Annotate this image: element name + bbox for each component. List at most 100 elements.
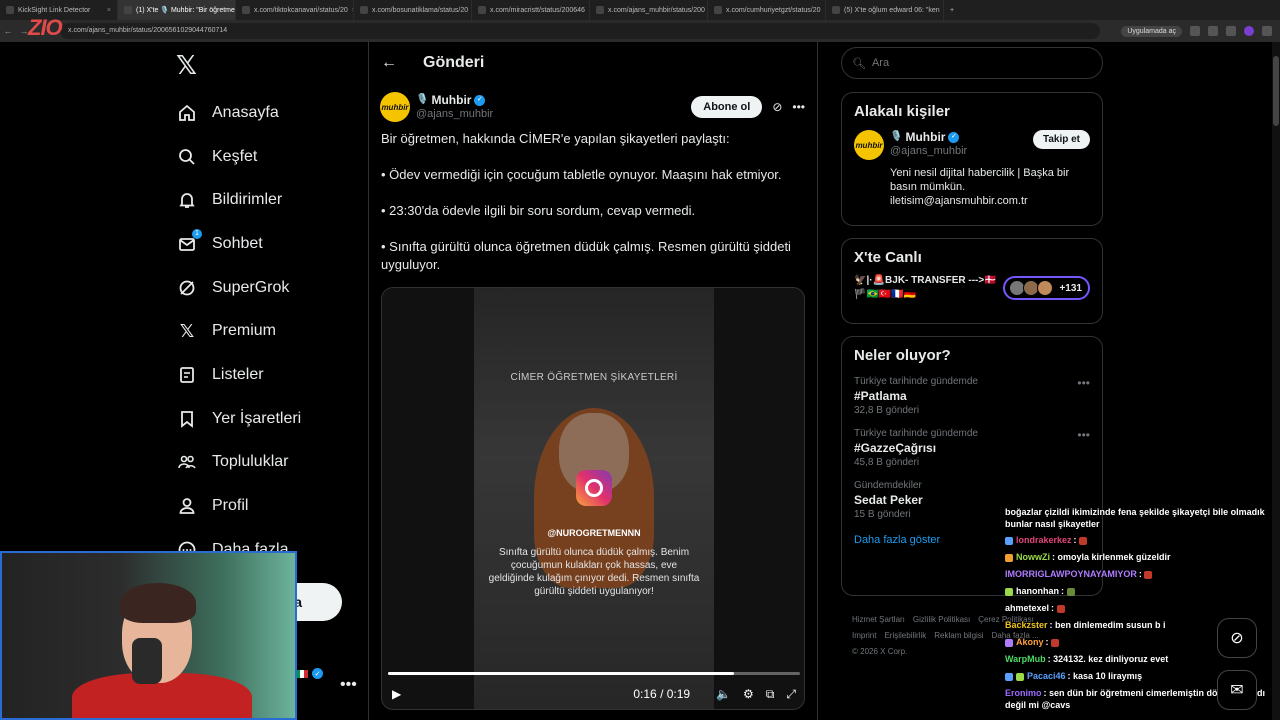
nav-item-bookmarks[interactable]: Yer İşaretleri	[170, 397, 360, 441]
fullscreen-icon[interactable]: ⤢	[786, 687, 796, 702]
person-display-name[interactable]: 🎙️ Muhbir ✓	[890, 130, 967, 145]
author-handle[interactable]: @ajans_muhbir	[416, 108, 493, 122]
video-player[interactable]: CİMER ÖĞRETMEN ŞİKAYETLERİ @NUROGRETMENN…	[381, 287, 805, 710]
nav-label: SuperGrok	[212, 278, 290, 296]
grok-floating-button[interactable]: ⊘	[1217, 618, 1257, 658]
nav-item-supergrok[interactable]: SuperGrok	[170, 266, 360, 310]
browser-tab[interactable]: (5) X'te oğlum edward 06: "ken×	[826, 0, 944, 20]
chat-message: boğazlar çizildi ikimizinde fena şekilde…	[1005, 506, 1275, 530]
browser-tab[interactable]: x.com/cumhuriyetgzt/status/20×	[708, 0, 826, 20]
emote-icon	[1056, 604, 1065, 613]
video-progress-bar[interactable]	[388, 672, 800, 675]
browser-tab[interactable]: x.com/ajans_muhbir/status/200×	[590, 0, 708, 20]
account-more-icon[interactable]: •••	[340, 676, 357, 694]
messages-floating-button[interactable]: ✉	[1217, 670, 1257, 710]
browser-toolbar: Uygulamada aç	[1121, 25, 1280, 37]
back-arrow-icon[interactable]: ←	[0, 26, 16, 36]
chat-badge-icon	[1005, 672, 1013, 681]
account-switcher[interactable]: ✓	[296, 668, 323, 679]
trend-item[interactable]: Türkiye tarihinde gündemde #Patlama 32,8…	[842, 370, 1102, 422]
browser-tab-active[interactable]: (1) X'te 🎙️ Muhbir: "Bir öğretmen×	[118, 0, 236, 20]
grok-icon[interactable]: ⊘	[772, 100, 782, 114]
browser-tab[interactable]: x.com/tiktokcanavari/status/20×	[236, 0, 354, 20]
url-input[interactable]: x.com/ajans_muhbir/status/20065610290447…	[60, 23, 1100, 39]
nav-item-lists[interactable]: Listeler	[170, 353, 360, 397]
video-subtitle: Sınıfta gürültü olunca düdük çalmış. Ben…	[488, 547, 700, 597]
search-input[interactable]: 🔍︎ Ara	[841, 47, 1103, 79]
trend-item[interactable]: Türkiye tarihinde gündemde #GazzeÇağrısı…	[842, 422, 1102, 474]
x-logo-icon[interactable]: 𝕏	[170, 46, 360, 91]
browser-tab[interactable]: x.com/bosunatiklama/status/20×	[354, 0, 472, 20]
avatar[interactable]: muhbir	[854, 130, 884, 160]
back-arrow-icon[interactable]: ←	[381, 54, 397, 72]
emote-icon	[1079, 536, 1088, 545]
post-paragraph: • Sınıfta gürültü olunca öğretmen düdük …	[381, 239, 791, 272]
trend-count: 45,8 B gönderi	[854, 457, 920, 468]
post-paragraph: Bir öğretmen, hakkında CİMER'e yapılan ş…	[381, 131, 730, 146]
new-tab-button[interactable]: +	[944, 0, 960, 20]
nav-item-communities[interactable]: Topluluklar	[170, 441, 360, 485]
chat-text: : kasa 10 liraymış	[1067, 671, 1143, 681]
page-scrollbar[interactable]	[1272, 42, 1280, 720]
footer-link[interactable]: Hizmet Şartları	[852, 615, 905, 624]
nav-label: Anasayfa	[212, 103, 279, 121]
tab-title: (5) X'te oğlum edward 06: "ken	[844, 6, 940, 14]
nav-label: Topluluklar	[212, 453, 289, 471]
chat-user: londrakerkez	[1016, 535, 1072, 545]
pip-icon[interactable]: ⧉	[766, 687, 775, 702]
nav-item-premium[interactable]: 𝕏 Premium	[170, 309, 360, 353]
chat-text: :	[1051, 603, 1055, 613]
microphone	[132, 638, 162, 684]
more-horizontal-icon[interactable]: •••	[1077, 376, 1090, 390]
nav-item-explore[interactable]: Keşfet	[170, 135, 360, 179]
play-icon[interactable]: ▶	[392, 687, 401, 701]
live-space-title: 🦅|·🚨BJK- TRANSFER --->🇩🇰🏴🇧🇷🇹🇷🇫🇷🇩🇪	[854, 275, 997, 300]
related-person[interactable]: muhbir 🎙️ Muhbir ✓ @ajans_muhbir Takip et	[842, 126, 1102, 164]
extensions-icon[interactable]	[1226, 26, 1236, 36]
live-listeners[interactable]: +131	[1003, 276, 1090, 300]
chat-user: WarpMub	[1005, 654, 1046, 664]
copyright: © 2026 X Corp.	[852, 647, 908, 656]
trend-context: Türkiye tarihinde gündemde	[854, 376, 978, 387]
footer-link[interactable]: Gizlilik Politikası	[913, 615, 970, 624]
person-handle[interactable]: @ajans_muhbir	[890, 145, 967, 159]
chat-text: :	[1045, 637, 1049, 647]
avatar[interactable]: muhbir	[380, 92, 410, 122]
post-author: muhbir 🎙️ Muhbir ✓ @ajans_muhbir Abone ol …	[369, 84, 817, 130]
profile-icon[interactable]	[1244, 26, 1254, 36]
settings-gear-icon[interactable]: ⚙	[743, 687, 754, 701]
search-placeholder: Ara	[871, 57, 890, 69]
stream-logo: ZIO	[28, 15, 63, 40]
webcam-overlay	[0, 551, 297, 720]
nav-item-profile[interactable]: Profil	[170, 484, 360, 528]
emote-icon	[1051, 638, 1060, 647]
close-icon[interactable]: ×	[107, 7, 111, 14]
subscribe-button[interactable]: Abone ol	[691, 96, 763, 118]
trend-name: #Patlama	[854, 389, 907, 403]
footer-link[interactable]: Imprint	[852, 631, 876, 640]
column-divider	[817, 42, 818, 720]
footer-link[interactable]: Reklam bilgisi	[934, 631, 983, 640]
scrollbar-thumb[interactable]	[1273, 56, 1279, 126]
chat-user: Akony	[1016, 637, 1044, 647]
nav-label: Keşfet	[212, 147, 258, 165]
live-space[interactable]: 🦅|·🚨BJK- TRANSFER --->🇩🇰🏴🇧🇷🇹🇷🇫🇷🇩🇪 +131	[842, 272, 1102, 304]
star-icon[interactable]	[1208, 26, 1218, 36]
nav-item-home[interactable]: Anasayfa	[170, 91, 360, 135]
menu-icon[interactable]	[1262, 26, 1272, 36]
follow-button[interactable]: Takip et	[1032, 130, 1090, 149]
italy-flag-icon	[296, 669, 308, 678]
open-in-app-button[interactable]: Uygulamada aç	[1121, 25, 1182, 37]
more-horizontal-icon[interactable]: •••	[792, 100, 805, 114]
nav-item-notifications[interactable]: Bildirimler	[170, 178, 360, 222]
more-horizontal-icon[interactable]: •••	[1077, 428, 1090, 442]
author-display-name[interactable]: 🎙️ Muhbir ✓	[416, 93, 493, 108]
volume-icon[interactable]: 🔈	[716, 687, 731, 701]
trend-count: 32,8 B gönderi	[854, 405, 920, 416]
instagram-icon	[576, 470, 612, 506]
browser-tab[interactable]: x.com/miracristt/status/200646×	[472, 0, 590, 20]
nav-item-chat[interactable]: 1 Sohbet	[170, 222, 360, 266]
zoom-icon[interactable]	[1190, 26, 1200, 36]
microphone-icon: 🎙️	[890, 131, 903, 143]
footer-link[interactable]: Erişilebilirlik	[884, 631, 926, 640]
